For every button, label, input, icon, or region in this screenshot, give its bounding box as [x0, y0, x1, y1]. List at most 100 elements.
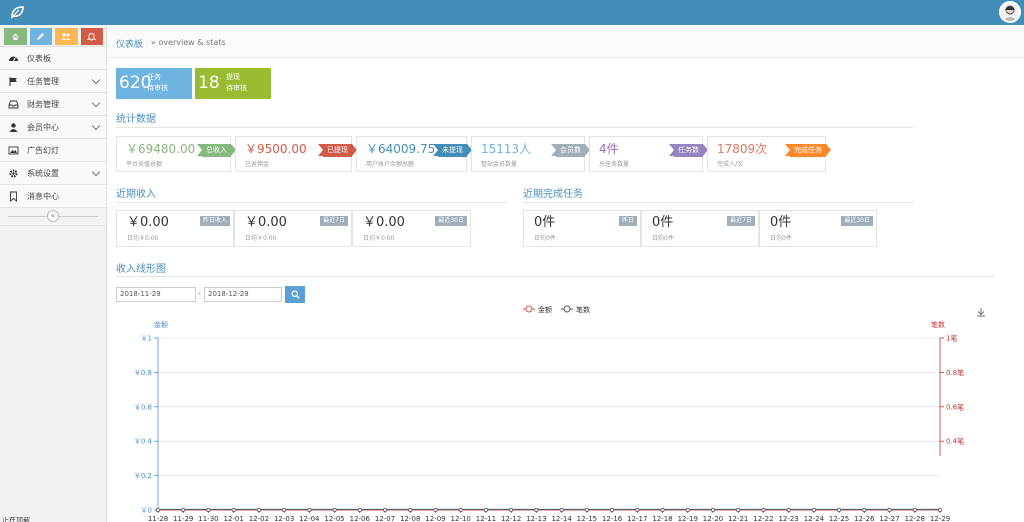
data-point[interactable]: [887, 508, 892, 512]
pending-withdraw-tile[interactable]: 18 提现 待审核: [195, 68, 271, 99]
stat-value: ￥64009.75: [366, 142, 436, 156]
user-avatar-icon[interactable]: [999, 1, 1021, 23]
data-point[interactable]: [761, 508, 766, 512]
y-left-tick-0: ￥0: [141, 507, 152, 515]
income-divider: [116, 202, 507, 203]
pending-withdraw-sublabel: 待审核: [226, 84, 247, 92]
sidebar-shortcuts: [0, 25, 106, 47]
data-point[interactable]: [256, 508, 261, 512]
income-box-1: ￥0.00 日均￥0.00 最近7日: [234, 210, 352, 247]
data-point[interactable]: [559, 508, 564, 512]
sidebar-item-4[interactable]: 广告幻灯: [0, 139, 106, 162]
chevron-down-icon[interactable]: [91, 75, 101, 85]
stat-tag: 未提现: [433, 144, 472, 157]
data-point[interactable]: [509, 508, 514, 512]
tasks-tag: 最近7日: [727, 216, 755, 226]
data-point[interactable]: [433, 508, 438, 512]
data-point[interactable]: [635, 508, 640, 512]
data-point[interactable]: [483, 508, 488, 512]
stats-divider: [116, 127, 913, 128]
chevron-down-icon[interactable]: [91, 98, 101, 108]
data-point[interactable]: [206, 508, 211, 512]
x-tick-19: 12-17: [627, 515, 647, 522]
users-shortcut-button[interactable]: [55, 28, 78, 45]
stat-tag: 任务数: [669, 144, 708, 157]
stat-box-0: ￥69480.00 平台充值总额 总收入: [116, 136, 236, 172]
chart-section-title: 收入线形图: [116, 264, 166, 275]
legend-label-1[interactable]: 笔数: [576, 305, 590, 314]
chart-divider: [116, 276, 995, 277]
x-tick-9: 12-07: [375, 515, 395, 522]
data-point[interactable]: [332, 508, 337, 512]
data-point[interactable]: [534, 508, 539, 512]
legend-marker-0[interactable]: [525, 305, 533, 313]
sidebar-collapse-bar: «: [0, 208, 106, 226]
sidebar-item-2[interactable]: 财务管理: [0, 93, 106, 116]
data-point[interactable]: [282, 508, 287, 512]
data-point[interactable]: [786, 508, 791, 512]
income-caption: 日均￥0.00: [363, 235, 395, 242]
sidebar-item-label: 任务管理: [27, 76, 59, 86]
sidebar: 仪表板 任务管理 财务管理 会员中心 广告幻灯 系统设置 消息中心 « 正在加载: [0, 25, 107, 522]
data-point[interactable]: [912, 508, 917, 512]
data-point[interactable]: [862, 508, 867, 512]
data-point[interactable]: [610, 508, 615, 512]
data-point[interactable]: [307, 508, 312, 512]
income-box-0: ￥0.00 日均￥0.00 昨日收入: [116, 210, 234, 247]
sidebar-item-label: 消息中心: [27, 191, 59, 201]
pencil-icon: [37, 33, 45, 40]
income-caption: 日均￥0.00: [245, 235, 277, 242]
breadcrumb-home-link[interactable]: 仪表板: [116, 37, 143, 50]
sidebar-item-label: 财务管理: [27, 99, 59, 109]
data-point[interactable]: [938, 508, 942, 512]
x-tick-11: 12-09: [425, 515, 445, 522]
bell-shortcut-button[interactable]: [80, 28, 103, 45]
leaf-icon[interactable]: [10, 5, 24, 19]
pencil-shortcut-button[interactable]: [29, 28, 52, 45]
sidebar-item-1[interactable]: 任务管理: [0, 70, 106, 93]
x-tick-4: 12-02: [249, 515, 269, 522]
legend-label-0[interactable]: 金额: [538, 305, 552, 314]
dashboard-icon: [8, 53, 19, 64]
sidebar-item-5[interactable]: 系统设置: [0, 162, 106, 185]
data-point[interactable]: [181, 508, 186, 512]
chevron-down-icon[interactable]: [91, 167, 101, 177]
x-tick-27: 12-25: [829, 515, 849, 522]
data-point[interactable]: [231, 508, 236, 512]
data-point[interactable]: [408, 508, 413, 512]
stat-value: 15113人: [481, 142, 532, 156]
x-tick-17: 12-15: [577, 515, 597, 522]
x-tick-14: 12-12: [501, 515, 521, 522]
data-point[interactable]: [736, 508, 741, 512]
sidebar-item-0[interactable]: 仪表板: [0, 47, 106, 70]
data-point[interactable]: [660, 508, 665, 512]
sidebar-collapse-button[interactable]: «: [47, 210, 59, 222]
download-icon[interactable]: [977, 308, 985, 317]
data-point[interactable]: [383, 508, 387, 512]
data-point[interactable]: [584, 508, 589, 512]
data-point[interactable]: [357, 508, 362, 512]
sidebar-item-6[interactable]: 消息中心: [0, 185, 106, 208]
data-point[interactable]: [711, 508, 715, 512]
data-point[interactable]: [458, 508, 463, 512]
stat-caption: 总任务数量: [599, 161, 630, 168]
y-right-tick-1: 0.6笔: [946, 402, 964, 411]
y-left-axis-label: 金额: [154, 320, 168, 329]
home-shortcut-button[interactable]: [4, 28, 27, 45]
data-point[interactable]: [837, 508, 842, 512]
x-tick-8: 12-06: [350, 515, 371, 522]
data-point[interactable]: [685, 508, 690, 512]
pending-tasks-tile[interactable]: 620 任务 待审核: [116, 68, 192, 99]
tasks-box-2: 0件 日均0件 最近30日: [759, 210, 877, 247]
sidebar-item-3[interactable]: 会员中心: [0, 116, 106, 139]
data-point[interactable]: [156, 508, 160, 512]
legend-marker-1[interactable]: [563, 305, 571, 313]
income-tag: 最近30日: [435, 216, 467, 226]
x-tick-26: 12-24: [804, 515, 825, 522]
data-point[interactable]: [811, 508, 816, 512]
chevron-down-icon[interactable]: [91, 121, 101, 131]
tasks-value: 0件: [770, 215, 792, 230]
stat-caption: 已返佣金: [245, 161, 270, 168]
breadcrumb: 仪表板 » overview & stats: [108, 25, 1024, 58]
x-tick-1: 11-29: [173, 515, 193, 522]
